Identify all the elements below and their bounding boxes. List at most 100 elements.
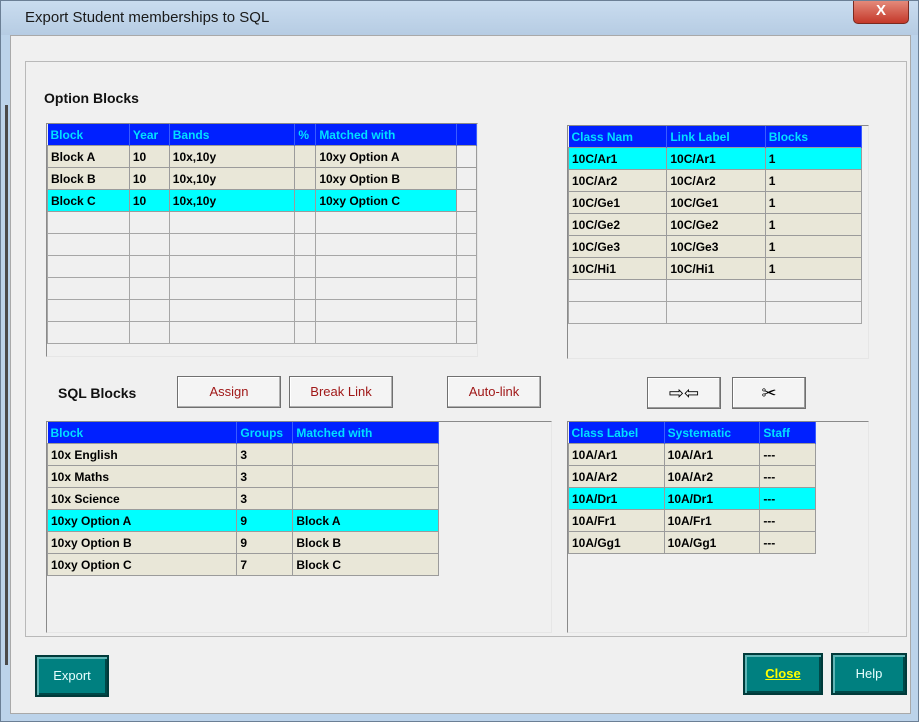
table-cell[interactable]: 10A/Ar2	[663, 465, 761, 488]
close-button[interactable]: Close	[743, 653, 823, 695]
break-link-button[interactable]: Break Link	[289, 376, 393, 408]
column-header[interactable]: Link Label	[666, 126, 766, 148]
table-cell[interactable]: 10C/Ar1	[666, 147, 766, 170]
table-row[interactable]: 10x English 3	[46, 443, 439, 466]
table-cell[interactable]	[292, 465, 439, 488]
table-cell[interactable]: 10C/Hi1	[567, 257, 668, 280]
table-cell[interactable]: 9	[236, 509, 294, 532]
table-row[interactable]: 10A/Ar2 10A/Ar2 ---	[568, 465, 816, 488]
column-header[interactable]: Groups	[236, 422, 294, 444]
table-cell[interactable]: 10A/Fr1	[568, 509, 665, 532]
table-row[interactable]: 10x Maths 3	[46, 465, 439, 488]
table-cell[interactable]: 10x Science	[46, 487, 238, 510]
table-row[interactable]: Block B 10 10x,10y 10xy Option B	[47, 167, 477, 190]
table-cell[interactable]: Block A	[47, 145, 130, 168]
table-row[interactable]: 10C/Ar1 10C/Ar1 1	[567, 147, 863, 170]
assign-button[interactable]: Assign	[177, 376, 281, 408]
table-row[interactable]: 10x Science 3	[46, 487, 439, 510]
table-cell[interactable]: 10A/Gg1	[663, 531, 761, 554]
table-cell[interactable]: 10x English	[46, 443, 238, 466]
export-button[interactable]: Export	[35, 655, 109, 697]
table-cell[interactable]: ---	[759, 443, 816, 466]
table-cell[interactable]: 10C/Ar2	[666, 169, 766, 192]
table-cell[interactable]: 10C/Ge3	[567, 235, 668, 258]
table-cell[interactable]: 10C/Hi1	[666, 257, 766, 280]
column-header[interactable]: Class Nam	[568, 126, 668, 148]
table-cell[interactable]: 10A/Ar2	[568, 465, 665, 488]
help-button[interactable]: Help	[831, 653, 907, 695]
table-row[interactable]: 10C/Hi1 10C/Hi1 1	[567, 257, 863, 280]
table-cell[interactable]: 10x Maths	[46, 465, 238, 488]
table-row[interactable]: 10C/Ge2 10C/Ge2 1	[567, 213, 863, 236]
title-bar[interactable]: Export Student memberships to SQL X	[1, 1, 918, 35]
table-cell[interactable]: ---	[759, 487, 816, 510]
class-link-grid[interactable]: Class Nam Link Label Blocks 10C/Ar1 10C/Ar1…	[567, 125, 869, 359]
column-header[interactable]: %	[294, 124, 317, 146]
swap-arrows-button[interactable]: ⇨⇦	[647, 377, 721, 409]
column-header[interactable]: Blocks	[765, 126, 863, 148]
table-row[interactable]: 10A/Gg1 10A/Gg1 ---	[568, 531, 816, 554]
column-header[interactable]: Matched with	[315, 124, 458, 146]
table-cell[interactable]	[292, 487, 439, 510]
table-cell[interactable]: Block C	[292, 553, 439, 576]
table-cell[interactable]: 10A/Ar1	[568, 443, 665, 466]
table-cell[interactable]: Block C	[47, 189, 130, 212]
table-cell[interactable]: 10C/Ge1	[567, 191, 668, 214]
table-row[interactable]: Block C 10 10x,10y 10xy Option C	[47, 189, 477, 212]
table-cell[interactable]: 3	[236, 487, 294, 510]
column-header[interactable]: Bands	[169, 124, 296, 146]
table-cell[interactable]	[292, 443, 439, 466]
sql-classes-grid[interactable]: Class Label Systematic Staff 10A/Ar1 10A/Ar…	[567, 421, 869, 633]
table-cell[interactable]: 10A/Fr1	[663, 509, 761, 532]
column-header[interactable]: Year	[129, 124, 170, 146]
table-cell[interactable]: ---	[759, 531, 816, 554]
table-cell[interactable]	[294, 167, 317, 190]
table-cell[interactable]: 10xy Option C	[46, 553, 238, 576]
table-cell[interactable]: Block B	[47, 167, 130, 190]
table-cell[interactable]: 1	[764, 147, 863, 170]
table-cell[interactable]: 1	[764, 213, 863, 236]
table-row[interactable]: 10A/Ar1 10A/Ar1 ---	[568, 443, 816, 466]
column-header[interactable]: Systematic	[664, 422, 761, 444]
table-cell[interactable]: 10	[128, 167, 170, 190]
column-header[interactable]: Matched with	[292, 422, 439, 444]
table-cell[interactable]: Block A	[292, 509, 439, 532]
table-cell[interactable]: 1	[764, 169, 863, 192]
table-cell[interactable]	[294, 189, 317, 212]
table-cell[interactable]: 3	[236, 465, 294, 488]
table-cell[interactable]: 10xy Option B	[315, 167, 458, 190]
table-cell[interactable]: 10x,10y	[168, 189, 296, 212]
table-cell[interactable]: 10A/Gg1	[568, 531, 665, 554]
table-cell[interactable]: 10C/Ar1	[567, 147, 668, 170]
table-cell[interactable]: 10	[128, 145, 170, 168]
table-row[interactable]: 10xy Option A 9 Block A	[46, 509, 439, 532]
table-cell[interactable]: ---	[759, 465, 816, 488]
table-cell[interactable]: 10xy Option A	[315, 145, 458, 168]
auto-link-button[interactable]: Auto-link	[447, 376, 541, 408]
table-cell[interactable]: 3	[236, 443, 294, 466]
table-row[interactable]: Block A 10 10x,10y 10xy Option A	[47, 145, 477, 168]
table-cell[interactable]: 10A/Dr1	[663, 487, 761, 510]
table-cell[interactable]: 10A/Ar1	[663, 443, 761, 466]
column-header[interactable]: Staff	[759, 422, 816, 444]
table-row[interactable]: 10xy Option C 7 Block C	[46, 553, 439, 576]
table-cell[interactable]: 7	[236, 553, 294, 576]
table-row[interactable]: 10A/Fr1 10A/Fr1 ---	[568, 509, 816, 532]
table-cell[interactable]: Block B	[292, 531, 439, 554]
table-row[interactable]: 10xy Option B 9 Block B	[46, 531, 439, 554]
table-cell[interactable]: 10C/Ar2	[567, 169, 668, 192]
table-row[interactable]: 10C/Ar2 10C/Ar2 1	[567, 169, 863, 192]
table-cell[interactable]	[294, 145, 317, 168]
column-header[interactable]: Class Label	[568, 422, 665, 444]
column-header[interactable]: Block	[47, 422, 238, 444]
option-blocks-grid[interactable]: Block Year Bands% Matched with Block A 10 10x…	[46, 123, 478, 357]
table-cell[interactable]: 10x,10y	[168, 145, 296, 168]
table-row[interactable]: 10C/Ge3 10C/Ge3 1	[567, 235, 863, 258]
column-header[interactable]: Block	[47, 124, 130, 146]
table-cell[interactable]: 1	[764, 257, 863, 280]
sql-blocks-grid[interactable]: Block Groups Matched with 10x English 3 10x …	[46, 421, 552, 633]
table-cell[interactable]: 10C/Ge3	[666, 235, 766, 258]
table-cell[interactable]: 10x,10y	[168, 167, 296, 190]
table-cell[interactable]: 1	[764, 191, 863, 214]
table-cell[interactable]: 10xy Option C	[315, 189, 458, 212]
